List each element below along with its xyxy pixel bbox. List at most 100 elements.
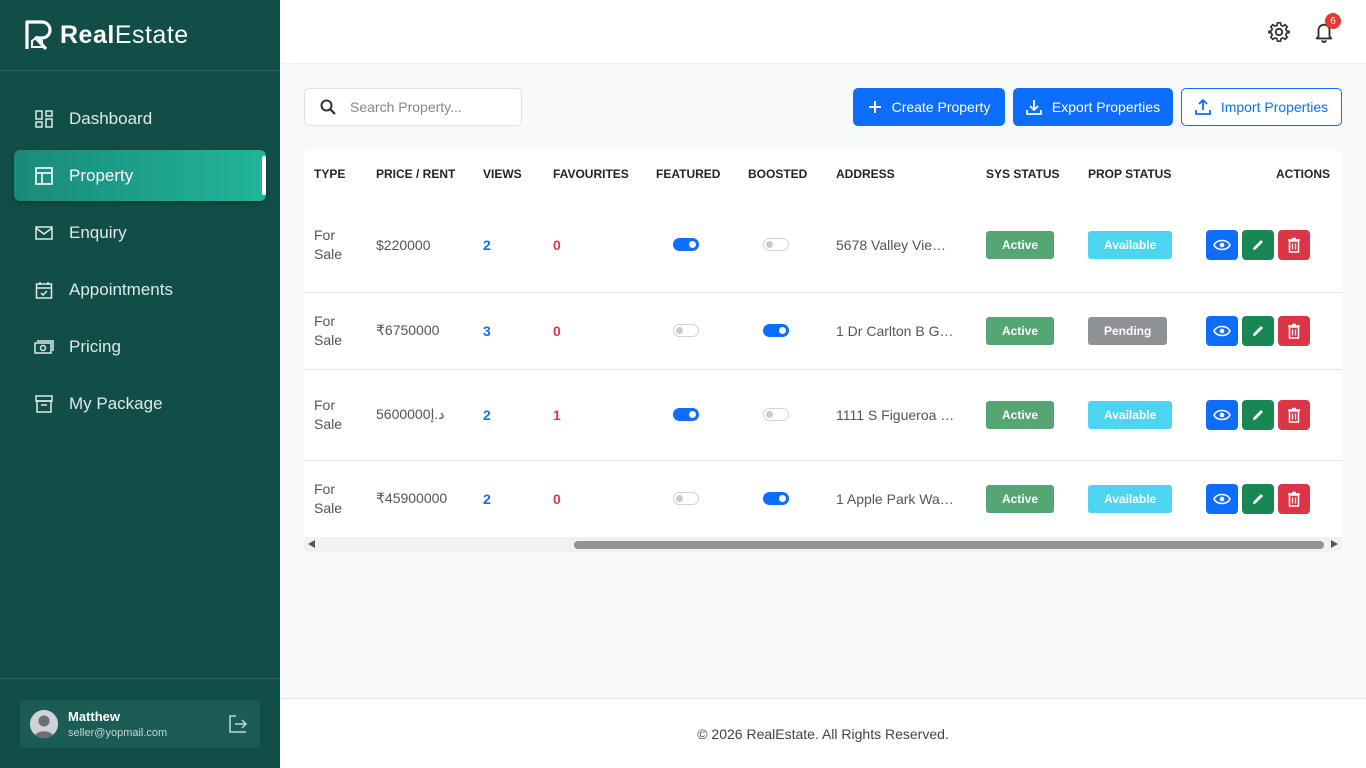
export-properties-button[interactable]: Export Properties	[1013, 88, 1173, 126]
table-row: For Sale ₹45900000 2 0 1 Apple Park Way, …	[304, 460, 1342, 538]
money-icon	[34, 337, 54, 357]
gear-icon[interactable]	[1268, 21, 1290, 43]
boosted-cell	[738, 369, 826, 461]
status-badge: Active	[986, 400, 1055, 429]
column-header[interactable]: ACTIONS	[1192, 150, 1342, 198]
view-button[interactable]	[1206, 483, 1238, 514]
views-cell: 3	[473, 292, 543, 370]
sidebar-item-property[interactable]: Property	[14, 150, 266, 201]
delete-button[interactable]	[1278, 399, 1310, 430]
create-property-button[interactable]: Create Property	[853, 88, 1005, 126]
import-properties-button[interactable]: Import Properties	[1181, 88, 1342, 126]
brand-name: RealEstate	[60, 20, 189, 49]
column-header[interactable]: FEATURED	[646, 150, 738, 198]
column-header[interactable]: PRICE / RENT	[366, 150, 473, 198]
sidebar-item-label: Appointments	[69, 279, 173, 299]
actions-cell	[1192, 292, 1342, 370]
table-row: For Sale ₹6750000 3 0 1 Dr Carlton B Goo.…	[304, 292, 1342, 370]
edit-button[interactable]	[1242, 315, 1274, 346]
scroll-left-arrow-icon[interactable]	[308, 540, 315, 548]
boosted-toggle[interactable]	[763, 324, 789, 337]
sidebar-item-appointments[interactable]: Appointments	[14, 264, 266, 315]
address-text: 1 Dr Carlton B Goo...	[836, 322, 956, 339]
user-info: Matthew seller@yopmail.com	[68, 709, 167, 739]
featured-cell	[646, 292, 738, 370]
horizontal-scrollbar[interactable]	[304, 537, 1342, 552]
pencil-icon	[1253, 409, 1263, 420]
price-cell: $220000	[366, 198, 473, 293]
favourites-cell: 1	[543, 369, 646, 461]
boosted-toggle[interactable]	[763, 238, 789, 252]
sys-status-cell: Active	[976, 292, 1078, 370]
featured-cell	[646, 369, 738, 461]
user-profile[interactable]: Matthew seller@yopmail.com	[20, 700, 260, 748]
sys-status-cell: Active	[976, 198, 1078, 293]
import-properties-label: Import Properties	[1220, 99, 1329, 115]
property-table: TYPE PRICE / RENT VIEWS FAVOURITES FEATU…	[304, 150, 1342, 538]
edit-button[interactable]	[1242, 483, 1274, 514]
views-cell: 2	[473, 369, 543, 461]
prop-status-cell: Available	[1078, 369, 1192, 461]
column-header[interactable]: ADDRESS	[826, 150, 976, 198]
featured-toggle[interactable]	[673, 408, 699, 421]
sidebar: RealEstate Dashboard Property Enquiry Ap…	[0, 0, 280, 768]
delete-button[interactable]	[1278, 229, 1310, 260]
featured-cell	[646, 460, 738, 538]
user-card: Matthew seller@yopmail.com	[0, 678, 280, 768]
column-header[interactable]: VIEWS	[473, 150, 543, 198]
featured-toggle[interactable]	[673, 324, 699, 337]
sidebar-item-enquiry[interactable]: Enquiry	[14, 207, 266, 258]
delete-button[interactable]	[1278, 483, 1310, 514]
search-icon	[320, 99, 336, 115]
column-header[interactable]: BOOSTED	[738, 150, 826, 198]
search-box[interactable]	[304, 88, 522, 126]
sidebar-item-dashboard[interactable]: Dashboard	[14, 93, 266, 144]
sidebar-item-label: Property	[69, 165, 134, 185]
trash-icon	[1288, 491, 1300, 507]
view-button[interactable]	[1206, 315, 1238, 346]
upload-icon	[1194, 99, 1211, 115]
avatar[interactable]	[30, 710, 58, 738]
boosted-toggle[interactable]	[763, 492, 789, 505]
download-icon	[1026, 100, 1042, 115]
featured-toggle[interactable]	[673, 238, 699, 252]
user-email: seller@yopmail.com	[68, 727, 168, 739]
plus-icon	[868, 101, 881, 113]
status-badge: Available	[1088, 400, 1173, 429]
copyright-text: © 2026 RealEstate. All Rights Reserved.	[697, 725, 949, 742]
property-table-card: TYPE PRICE / RENT VIEWS FAVOURITES FEATU…	[304, 150, 1342, 552]
sys-status-cell: Active	[976, 460, 1078, 538]
view-button[interactable]	[1206, 399, 1238, 430]
sidebar-item-pricing[interactable]: Pricing	[14, 321, 266, 372]
logout-icon[interactable]	[228, 714, 248, 734]
column-header[interactable]: FAVOURITES	[543, 150, 646, 198]
status-badge: Available	[1088, 230, 1173, 259]
scroll-right-arrow-icon[interactable]	[1331, 540, 1338, 548]
table-row: For Sale 5600000د.إ 2 1 1111 S Figueroa S…	[304, 369, 1342, 461]
featured-toggle[interactable]	[673, 492, 699, 505]
column-header[interactable]: SYS STATUS	[976, 150, 1078, 198]
boosted-toggle[interactable]	[763, 408, 789, 421]
delete-button[interactable]	[1278, 315, 1310, 346]
sys-status-cell: Active	[976, 369, 1078, 461]
address-cell: 1 Dr Carlton B Goo...	[826, 292, 976, 370]
type-cell: For Sale	[304, 460, 366, 538]
user-name: Matthew	[68, 709, 120, 724]
top-header: 6	[280, 0, 1366, 64]
scrollbar-thumb[interactable]	[574, 541, 1324, 549]
dashboard-icon	[34, 109, 54, 129]
edit-button[interactable]	[1242, 399, 1274, 430]
sidebar-nav: Dashboard Property Enquiry Appointments …	[0, 93, 280, 429]
address-text: 1111 S Figueroa St, ...	[836, 406, 956, 423]
search-input[interactable]	[350, 99, 510, 115]
column-header[interactable]: TYPE	[304, 150, 366, 198]
edit-button[interactable]	[1242, 229, 1274, 260]
sidebar-item-my-package[interactable]: My Package	[14, 378, 266, 429]
brand-logo[interactable]: RealEstate	[0, 0, 280, 71]
table-row: For Sale $220000 2 0 5678 Valley View R..…	[304, 198, 1342, 293]
sidebar-item-label: Pricing	[69, 336, 121, 356]
column-header[interactable]: PROP STATUS	[1078, 150, 1192, 198]
view-button[interactable]	[1206, 229, 1238, 260]
type-cell: For Sale	[304, 292, 366, 370]
boosted-cell	[738, 198, 826, 293]
